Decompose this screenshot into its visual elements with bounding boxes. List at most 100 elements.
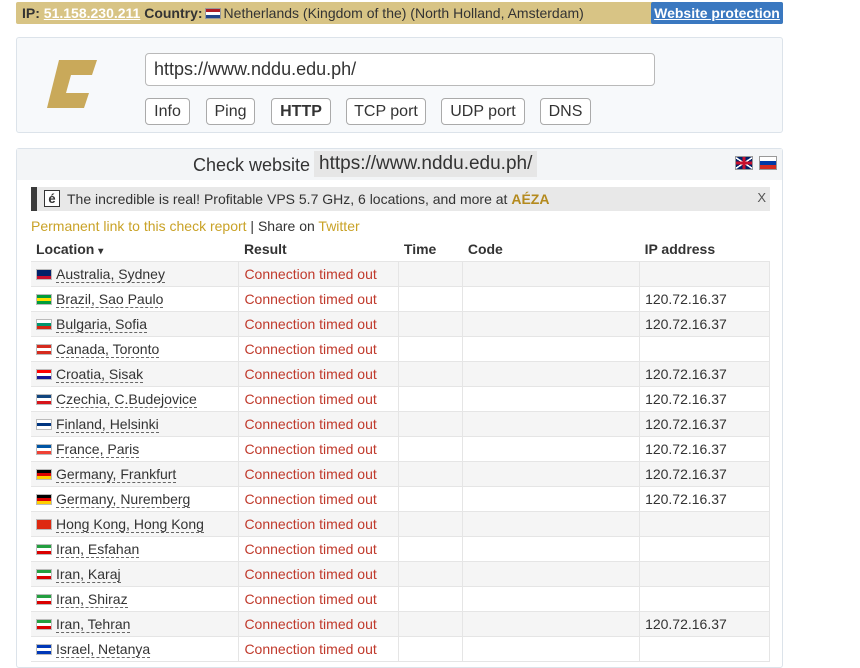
ip-cell: 120.72.16.37 [639, 486, 770, 512]
location-link[interactable]: Czechia, C.Budejovice [56, 391, 197, 408]
promo-brand-link[interactable]: AÉZA [511, 191, 549, 207]
results-panel: Check website https://www.nddu.edu.ph/ é… [16, 148, 783, 668]
table-row: Iran, Shiraz Connection timed out [31, 586, 770, 612]
location-cell: Canada, Toronto [31, 336, 240, 362]
website-protection-link[interactable]: Website protection [651, 2, 783, 24]
russian-flag-icon[interactable] [759, 156, 777, 170]
location-link[interactable]: Croatia, Sisak [56, 366, 144, 383]
permanent-link[interactable]: Permanent link to this check report [31, 218, 247, 234]
location-link[interactable]: Germany, Frankfurt [56, 466, 177, 483]
ip-cell [639, 511, 770, 537]
table-row: Australia, Sydney Connection timed out [31, 261, 770, 287]
code-cell [462, 361, 641, 387]
ip-cell: 120.72.16.37 [639, 311, 770, 337]
location-cell: Germany, Frankfurt [31, 461, 240, 487]
result-cell: Connection timed out [238, 486, 400, 512]
ip-cell: 120.72.16.37 [639, 436, 770, 462]
location-link[interactable]: Germany, Nuremberg [56, 491, 191, 508]
tab-ping[interactable]: Ping [206, 98, 255, 125]
table-row: Germany, Frankfurt Connection timed out 12… [31, 461, 770, 487]
code-header: Code [467, 241, 503, 257]
english-flag-icon[interactable] [735, 156, 753, 170]
tab-dns[interactable]: DNS [540, 98, 591, 125]
tab-tcp-port[interactable]: TCP port [346, 98, 426, 125]
ip-cell: 120.72.16.37 [639, 461, 770, 487]
location-link[interactable]: Australia, Sydney [56, 266, 165, 283]
time-cell [398, 286, 464, 312]
site-logo-icon[interactable] [45, 56, 101, 112]
ip-cell: 120.72.16.37 [639, 611, 770, 637]
table-row: Hong Kong, Hong Kong Connection timed out [31, 511, 770, 537]
location-cell: Croatia, Sisak [31, 361, 240, 387]
time-header: Time [403, 241, 437, 257]
code-cell [462, 286, 641, 312]
tab-http[interactable]: HTTP [271, 98, 331, 125]
location-header[interactable]: Location ▾ [31, 237, 239, 262]
result-cell: Connection timed out [238, 561, 400, 587]
table-row: Germany, Nuremberg Connection timed out 12… [31, 486, 770, 512]
sort-arrow-icon: ▾ [98, 246, 104, 257]
ip-cell: 120.72.16.37 [639, 411, 770, 437]
location-cell: Finland, Helsinki [31, 411, 240, 437]
location-link[interactable]: Israel, Netanya [56, 641, 151, 658]
tab-info[interactable]: Info [145, 98, 190, 125]
twitter-link[interactable]: Twitter [318, 218, 359, 234]
location-link[interactable]: France, Paris [56, 441, 140, 458]
promo-close-icon[interactable]: X [757, 190, 766, 205]
location-link[interactable]: Iran, Tehran [56, 616, 131, 633]
country-value: Netherlands (Kingdom of the) (North Holl… [223, 5, 584, 21]
table-row: Bulgaria, Sofia Connection timed out 120.7… [31, 311, 770, 337]
country-flag-icon [36, 469, 52, 480]
location-cell: Hong Kong, Hong Kong [31, 511, 240, 537]
country-flag-icon [36, 644, 52, 655]
table-row: Iran, Esfahan Connection timed out [31, 536, 770, 562]
table-row: Iran, Karaj Connection timed out [31, 561, 770, 587]
promo-accent-bar [31, 187, 37, 211]
code-cell [462, 436, 641, 462]
check-form-panel: Info Ping HTTP TCP port UDP port DNS [16, 37, 783, 133]
share-separator: | Share on [246, 218, 319, 234]
code-cell [462, 461, 641, 487]
ip-cell: 120.72.16.37 [639, 286, 770, 312]
location-link[interactable]: Iran, Shiraz [56, 591, 128, 608]
country-flag-icon [36, 619, 52, 630]
ip-cell: 120.72.16.37 [639, 386, 770, 412]
visitor-info-bar: IP: 51.158.230.211 Country: Netherlands (… [16, 2, 783, 24]
location-cell: Czechia, C.Budejovice [31, 386, 240, 412]
table-row: Canada, Toronto Connection timed out [31, 336, 770, 362]
country-flag-icon [36, 444, 52, 455]
location-link[interactable]: Canada, Toronto [56, 341, 160, 358]
location-cell: France, Paris [31, 436, 240, 462]
country-label: Country: [144, 5, 203, 21]
time-cell [398, 261, 464, 287]
result-cell: Connection timed out [238, 286, 400, 312]
result-cell: Connection timed out [238, 461, 400, 487]
ip-link[interactable]: 51.158.230.211 [44, 5, 141, 21]
code-cell [462, 486, 641, 512]
code-cell [462, 261, 641, 287]
location-link[interactable]: Finland, Helsinki [56, 416, 159, 433]
checked-url: https://www.nddu.edu.ph/ [314, 151, 538, 177]
country-flag-icon [36, 419, 52, 430]
country-flag-icon [36, 594, 52, 605]
result-header: Result [243, 241, 287, 257]
time-cell [398, 436, 464, 462]
location-link[interactable]: Bulgaria, Sofia [56, 316, 148, 333]
code-cell [462, 311, 641, 337]
tab-udp-port[interactable]: UDP port [441, 98, 525, 125]
table-row: Finland, Helsinki Connection timed out 120… [31, 411, 770, 437]
time-cell [398, 461, 464, 487]
result-cell: Connection timed out [238, 261, 400, 287]
ip-cell [639, 561, 770, 587]
visitor-info: IP: 51.158.230.211 Country: Netherlands (… [22, 5, 584, 21]
code-cell [462, 586, 641, 612]
code-cell [462, 511, 641, 537]
location-link[interactable]: Hong Kong, Hong Kong [56, 516, 204, 533]
country-flag-icon [36, 319, 52, 330]
location-link[interactable]: Iran, Esfahan [56, 541, 140, 558]
location-link[interactable]: Iran, Karaj [56, 566, 121, 583]
location-link[interactable]: Brazil, Sao Paulo [56, 291, 164, 308]
time-cell [398, 386, 464, 412]
url-input[interactable] [145, 53, 655, 86]
country-flag-icon [36, 294, 52, 305]
